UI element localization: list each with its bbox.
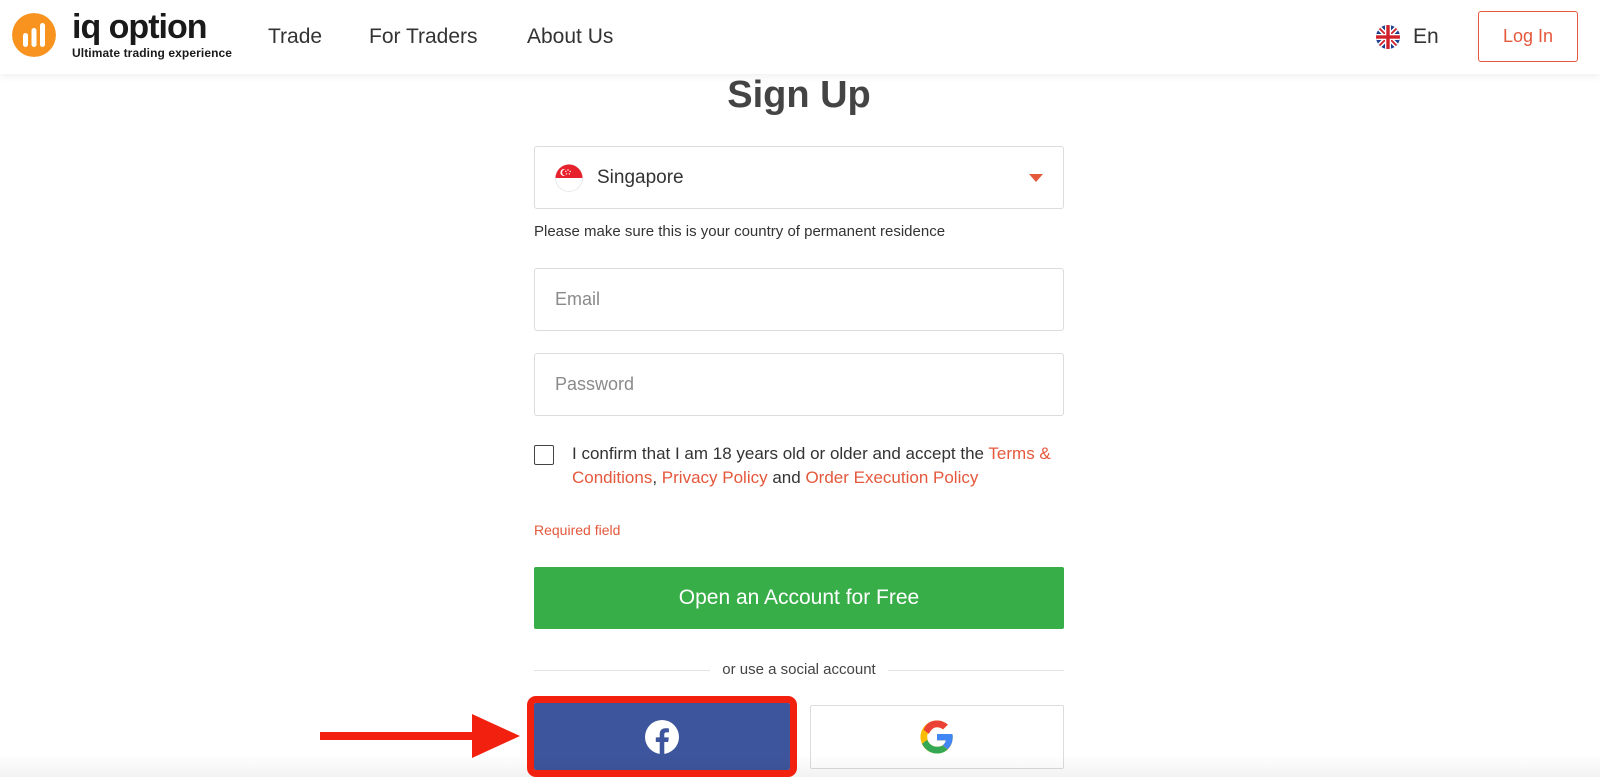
order-execution-link[interactable]: Order Execution Policy: [805, 468, 978, 487]
consent-text: I confirm that I am 18 years old or olde…: [572, 442, 1058, 490]
facebook-signup-button[interactable]: [534, 703, 790, 770]
country-value: Singapore: [597, 167, 684, 188]
country-hint: Please make sure this is your country of…: [534, 223, 946, 240]
social-divider-label: or use a social account: [714, 661, 884, 678]
google-icon: [920, 720, 953, 754]
open-account-button[interactable]: Open an Account for Free: [534, 567, 1064, 629]
chevron-down-icon: [1029, 174, 1043, 182]
login-button[interactable]: Log In: [1478, 11, 1578, 62]
singapore-flag-icon: [555, 164, 583, 192]
logo-tagline: Ultimate trading experience: [72, 46, 233, 60]
uk-flag-icon[interactable]: [1376, 25, 1400, 49]
top-header: iq option Ultimate trading experience Tr…: [0, 0, 1600, 74]
consent-and: and: [772, 468, 801, 487]
pointer-arrow-icon: [320, 714, 520, 758]
logo-wordmark[interactable]: iq option: [72, 8, 208, 46]
country-select[interactable]: Singapore: [534, 146, 1064, 209]
social-divider: or use a social account: [534, 660, 1064, 680]
required-field-error: Required field: [534, 522, 621, 538]
page-title: Sign Up: [727, 74, 871, 116]
iq-option-logo-icon[interactable]: [12, 13, 56, 57]
language-selector[interactable]: En: [1413, 24, 1439, 50]
signup-page: iq option Ultimate trading experience Tr…: [0, 0, 1600, 777]
password-field[interactable]: [534, 353, 1064, 416]
privacy-link[interactable]: Privacy Policy: [662, 468, 768, 487]
nav-trade[interactable]: Trade: [268, 24, 322, 50]
age-confirm-checkbox[interactable]: [534, 445, 554, 465]
google-signup-button[interactable]: [810, 705, 1064, 769]
email-field[interactable]: [534, 268, 1064, 331]
consent-separator: ,: [652, 468, 658, 487]
facebook-icon: [645, 719, 679, 754]
nav-about-us[interactable]: About Us: [527, 24, 613, 50]
consent-label: I confirm that I am 18 years old or olde…: [572, 444, 984, 463]
nav-for-traders[interactable]: For Traders: [369, 24, 478, 50]
bottom-fade: [0, 755, 1600, 777]
